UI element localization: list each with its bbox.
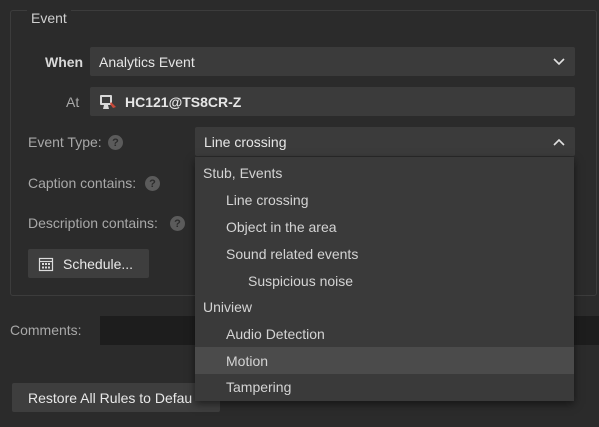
- option-label: Audio Detection: [226, 325, 325, 342]
- description-label: Description contains:: [28, 215, 158, 231]
- at-field[interactable]: HC121@TS8CR-Z: [90, 87, 575, 116]
- option-audio-detection[interactable]: Audio Detection: [195, 320, 574, 347]
- event-group-legend: Event: [27, 10, 71, 26]
- option-suspicious-noise[interactable]: Suspicious noise: [195, 267, 574, 294]
- option-line-crossing[interactable]: Line crossing: [195, 186, 574, 213]
- option-label: Line crossing: [226, 191, 309, 208]
- at-label: At: [66, 94, 80, 110]
- option-label: Motion: [226, 352, 269, 369]
- caption-help-icon[interactable]: ?: [145, 176, 160, 191]
- option-object-in-the-area[interactable]: Object in the area: [195, 213, 574, 240]
- option-label: Object in the area: [226, 218, 337, 235]
- schedule-button[interactable]: Schedule...: [28, 249, 149, 278]
- option-label: Tampering: [226, 378, 292, 395]
- description-help-icon[interactable]: ?: [170, 216, 185, 231]
- when-value: Analytics Event: [99, 53, 195, 70]
- when-select[interactable]: Analytics Event: [90, 47, 575, 76]
- option-label: Uniview: [203, 298, 253, 315]
- option-label: Stub, Events: [203, 164, 283, 181]
- camera-icon: [100, 94, 116, 109]
- calendar-icon: [38, 257, 54, 271]
- chevron-up-icon: [553, 138, 565, 146]
- option-group-stub-events: Stub, Events: [195, 159, 574, 186]
- event-type-help-icon[interactable]: ?: [108, 135, 123, 150]
- option-sound-related-events[interactable]: Sound related events: [195, 240, 574, 267]
- option-label: Suspicious noise: [248, 272, 354, 289]
- schedule-button-label: Schedule...: [63, 255, 134, 272]
- restore-defaults-label: Restore All Rules to Defau: [28, 389, 193, 406]
- comments-label: Comments:: [10, 322, 82, 338]
- event-type-value: Line crossing: [204, 133, 287, 150]
- when-label: When: [45, 54, 84, 70]
- option-tampering[interactable]: Tampering: [195, 373, 574, 400]
- event-type-select[interactable]: Line crossing: [195, 127, 575, 156]
- option-group-uniview: Uniview: [195, 293, 574, 320]
- option-label: Sound related events: [226, 245, 359, 262]
- chevron-down-icon: [553, 57, 565, 65]
- event-type-label: Event Type:: [28, 134, 102, 150]
- at-value: HC121@TS8CR-Z: [125, 93, 242, 110]
- event-type-dropdown: Stub, Events Line crossing Object in the…: [195, 157, 574, 401]
- restore-defaults-button[interactable]: Restore All Rules to Defau: [12, 383, 220, 412]
- option-motion[interactable]: Motion: [195, 347, 574, 374]
- caption-label: Caption contains:: [28, 175, 137, 191]
